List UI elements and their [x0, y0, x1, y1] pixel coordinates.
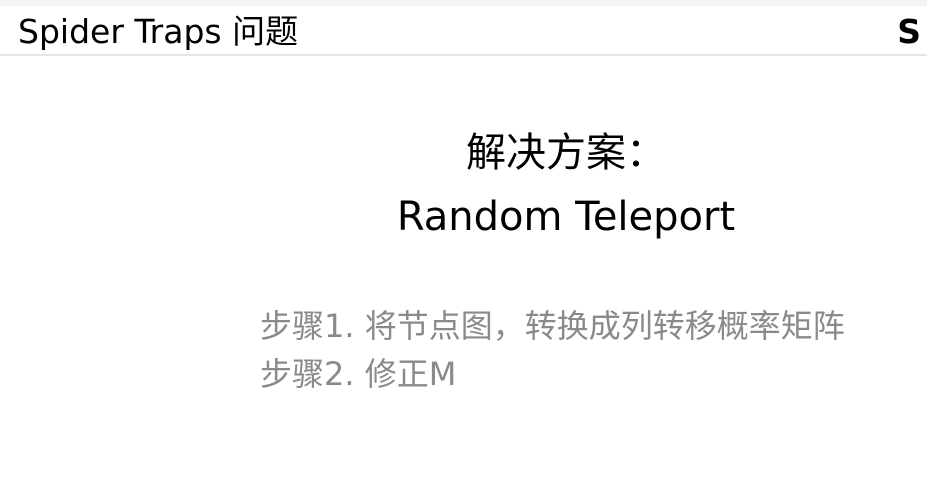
- solution-subheading: Random Teleport: [396, 194, 736, 240]
- step-1: 步骤1. 将节点图，转换成列转移概率矩阵: [260, 307, 845, 345]
- slide-title: Spider Traps 问题: [18, 12, 299, 51]
- solution-heading: 解决方案：: [466, 130, 666, 176]
- slide: Spider Traps 问题 S 解决方案： Random Teleport …: [0, 0, 927, 499]
- slide-header: Spider Traps 问题 S: [0, 6, 927, 56]
- step-2: 步骤2. 修正M: [260, 355, 457, 393]
- header-right-label: S: [897, 12, 921, 51]
- steps-list: 步骤1. 将节点图，转换成列转移概率矩阵 步骤2. 修正M: [260, 302, 920, 398]
